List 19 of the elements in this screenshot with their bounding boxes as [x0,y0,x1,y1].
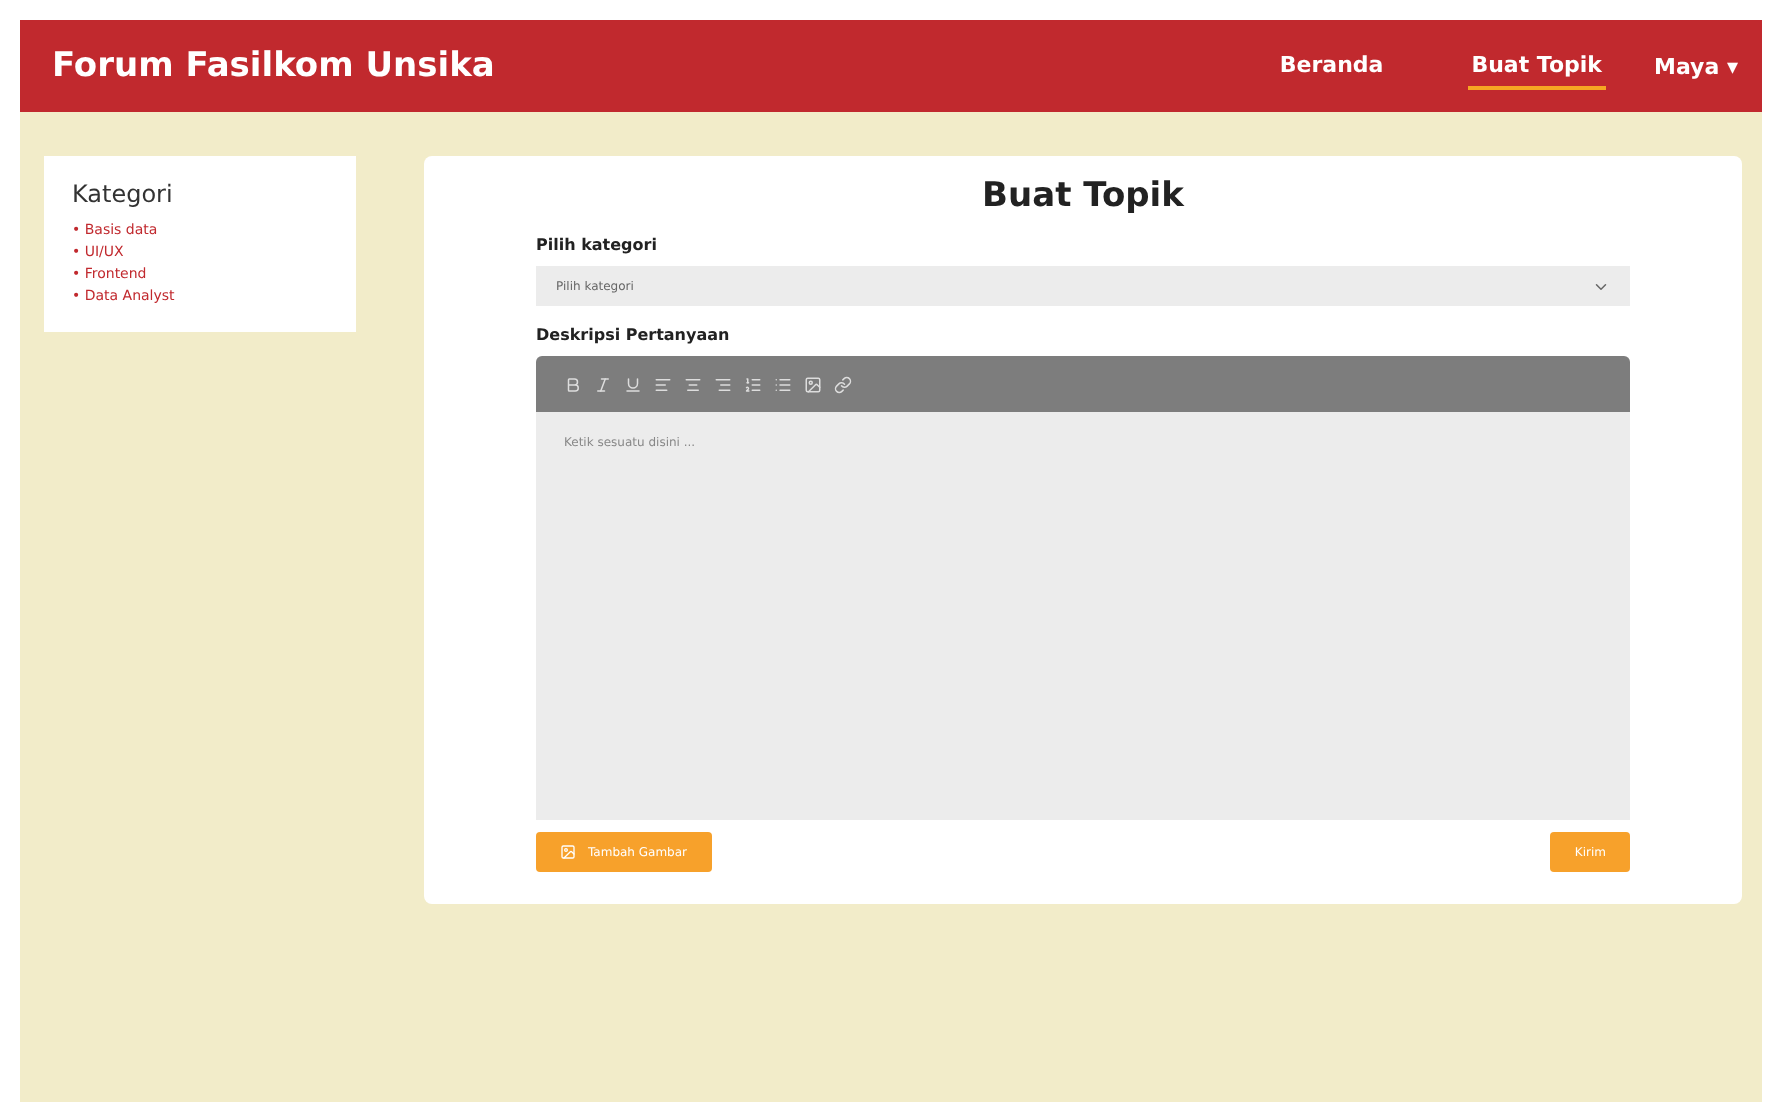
nav-link[interactable]: Beranda [1275,43,1388,89]
nav-link[interactable]: Buat Topik [1467,43,1606,89]
link-icon[interactable] [834,375,852,393]
field-label: Pilih kategori [536,236,659,254]
list-bullet-icon[interactable] [774,375,792,393]
image-icon[interactable] [804,375,822,393]
user-menu[interactable]: Maya ▾ [1654,53,1738,79]
image-icon [560,844,576,860]
align-right-icon[interactable] [714,375,732,393]
italic-icon[interactable] [594,375,612,393]
field-label: Deskripsi Pertanyaan [536,326,732,344]
bold-icon[interactable] [564,375,582,393]
list-ordered-icon[interactable] [744,375,762,393]
sidebar-title: Kategori [72,180,175,208]
brand-title: Forum Fasilkom Unsika [52,46,497,86]
align-center-icon[interactable] [684,375,702,393]
underline-icon[interactable] [624,375,642,393]
align-left-icon[interactable] [654,375,672,393]
form-title: Buat Topik [980,176,1186,216]
